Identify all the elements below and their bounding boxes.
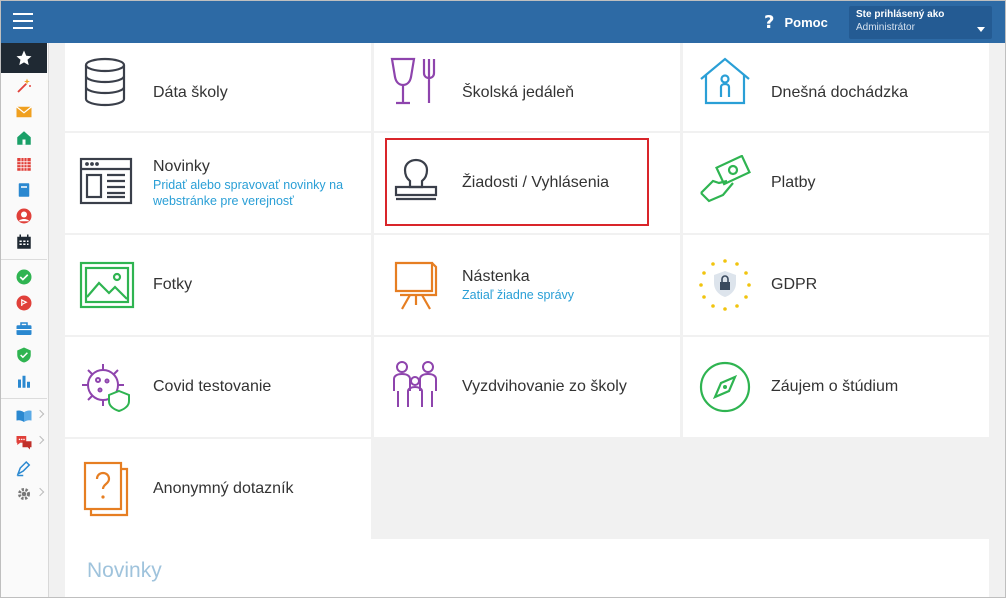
news-section: Novinky <box>65 539 989 597</box>
tile-title: Anonymný dotazník <box>153 480 294 497</box>
sidebar-item-statistics[interactable] <box>1 368 47 394</box>
tile-title: Žiadosti / Vyhlásenia <box>462 174 610 191</box>
sidebar-item-help[interactable] <box>1 403 47 429</box>
tile-pickup[interactable]: Vyzdvihovanie zo školy <box>374 337 680 437</box>
sidebar-item-security[interactable] <box>1 342 47 368</box>
user-role: Administrátor <box>856 22 915 33</box>
sidebar-item-approvals[interactable] <box>1 264 47 290</box>
sidebar-item-students[interactable] <box>1 203 47 229</box>
picture-icon <box>79 261 135 309</box>
family-icon <box>393 361 437 407</box>
app-window: ? Pomoc Ste prihlásený ako Administrátor <box>0 0 1006 598</box>
tile-title: GDPR <box>771 276 818 293</box>
tile-title: Dnešná dochádzka <box>771 84 908 101</box>
news-title: Novinky <box>87 559 162 582</box>
open-book-icon <box>16 410 32 422</box>
magic-wand-icon <box>17 78 31 93</box>
tile-school-data[interactable]: Dáta školy <box>65 43 371 131</box>
empty-slot <box>374 439 680 539</box>
help-button[interactable]: ? Pomoc <box>764 12 828 33</box>
tile-subtitle-link[interactable]: Zatiaľ žiadne správy <box>462 287 672 303</box>
briefcase-icon <box>16 322 32 335</box>
bar-chart-icon <box>18 375 30 388</box>
sidebar-item-calendar[interactable] <box>1 229 47 255</box>
tile-photos[interactable]: Fotky <box>65 235 371 335</box>
sidebar-item-chat[interactable] <box>1 429 47 455</box>
newspaper-icon <box>79 157 133 205</box>
sidebar <box>1 43 49 597</box>
sidebar-separator <box>1 398 47 399</box>
calendar-grid-icon <box>17 158 31 171</box>
home-icon <box>17 131 31 145</box>
sidebar-item-messages[interactable] <box>1 99 47 125</box>
tile-title: Školská jedáleň <box>462 84 575 101</box>
help-label: Pomoc <box>784 15 828 30</box>
tile-board[interactable]: Nástenka Zatiaľ žiadne správy <box>374 235 680 335</box>
tile-news[interactable]: Novinky Pridať alebo spravovať novinky na… <box>65 133 371 233</box>
sidebar-item-classbook[interactable] <box>1 177 47 203</box>
stamp-icon <box>394 158 438 201</box>
chat-bubbles-icon <box>16 436 32 450</box>
shield-check-icon <box>17 347 31 363</box>
question-document-icon <box>83 461 129 517</box>
pen-icon <box>16 460 31 477</box>
tile-title: Fotky <box>153 276 193 293</box>
star-icon <box>16 50 32 66</box>
tile-requests[interactable]: Žiadosti / Vyhlásenia <box>374 133 680 233</box>
sidebar-item-timetable[interactable] <box>1 151 47 177</box>
sidebar-item-office[interactable] <box>1 316 47 342</box>
tile-survey[interactable]: Anonymný dotazník <box>65 439 371 539</box>
empty-slot <box>683 439 989 539</box>
virus-shield-icon <box>82 364 130 413</box>
top-bar: ? Pomoc Ste prihlásený ako Administrátor <box>1 1 1005 43</box>
expand-arrow-icon <box>35 435 45 445</box>
sidebar-separator <box>1 259 47 260</box>
tile-canteen[interactable]: Školská jedáleň <box>374 43 680 131</box>
gear-icon <box>18 488 30 500</box>
database-icon <box>84 57 126 107</box>
sidebar-item-absences[interactable] <box>1 290 47 316</box>
sidebar-item-school[interactable] <box>1 125 47 151</box>
sidebar-item-edit[interactable] <box>1 455 47 481</box>
dashboard: Dáta školy Školská jedáleň Dnešná dochád… <box>65 43 989 597</box>
tile-title: Platby <box>771 174 816 191</box>
schedule-icon <box>17 234 31 249</box>
tile-covid[interactable]: Covid testovanie <box>65 337 371 437</box>
user-line1: Ste prihlásený ako <box>856 9 945 20</box>
envelope-icon <box>16 106 32 118</box>
tile-admission[interactable]: Záujem o štúdium <box>683 337 989 437</box>
user-icon <box>16 208 32 224</box>
expand-arrow-icon <box>35 409 45 419</box>
money-hand-icon <box>700 155 751 203</box>
compass-icon <box>699 361 751 413</box>
check-circle-icon <box>16 269 32 285</box>
flag-circle-icon <box>16 295 32 311</box>
tile-title: Vyzdvihovanie zo školy <box>462 378 627 395</box>
sidebar-item-favorites[interactable] <box>1 43 47 73</box>
gdpr-lock-icon <box>699 259 751 311</box>
user-menu[interactable]: Ste prihlásený ako Administrátor <box>849 6 992 39</box>
sidebar-item-wizard[interactable] <box>1 73 47 99</box>
tile-title: Novinky <box>153 158 210 175</box>
caret-down-icon <box>977 27 985 32</box>
tile-title: Covid testovanie <box>153 378 272 395</box>
tile-payments[interactable]: Platby <box>683 133 989 233</box>
cutlery-icon <box>390 57 436 105</box>
expand-arrow-icon <box>35 487 45 497</box>
tile-title: Dáta školy <box>153 84 228 101</box>
tile-attendance[interactable]: Dnešná dochádzka <box>683 43 989 131</box>
house-person-icon <box>700 57 750 105</box>
question-icon: ? <box>764 12 775 33</box>
sidebar-item-settings[interactable] <box>1 481 47 507</box>
tile-title: Nástenka <box>462 268 530 285</box>
tile-title: Záujem o štúdium <box>771 378 899 395</box>
easel-icon <box>394 261 438 310</box>
menu-icon[interactable] <box>13 13 33 29</box>
book-icon <box>18 183 30 197</box>
tile-subtitle-link[interactable]: Pridať alebo spravovať novinky na webstr… <box>153 177 363 209</box>
tile-gdpr[interactable]: GDPR <box>683 235 989 335</box>
